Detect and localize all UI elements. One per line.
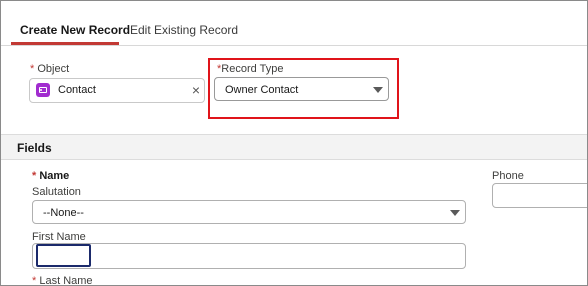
fields-section-header: Fields [1,134,587,160]
tab-create-new-record[interactable]: Create New Record [20,23,130,37]
clear-selection-icon[interactable]: × [192,82,200,98]
required-mark: * [32,170,37,182]
object-label-text: Object [37,63,70,75]
contact-icon [36,83,50,97]
required-mark: * [32,275,37,286]
active-tab-indicator [11,42,119,45]
object-lookup-field[interactable]: Contact × [29,78,205,103]
salutation-label: Salutation [32,186,81,198]
last-name-label: * Last Name [32,275,93,286]
first-name-focus-ring [36,244,91,267]
required-mark: * [30,63,35,75]
name-label-text: Name [39,170,70,182]
record-type-select[interactable]: Owner Contact [214,77,389,101]
chevron-down-icon [450,210,460,216]
phone-label: Phone [492,170,524,182]
name-label: * Name [32,170,69,182]
salutation-value: --None-- [43,207,84,219]
last-name-label-text: Last Name [39,275,93,286]
phone-input[interactable] [492,183,587,208]
record-type-label: *Record Type [217,63,283,75]
record-type-label-text: Record Type [221,63,284,75]
chevron-down-icon [373,87,383,93]
object-label: * Object [30,63,69,75]
record-type-value: Owner Contact [225,84,299,96]
first-name-label: First Name [32,231,86,243]
record-dialog: Create New Record Edit Existing Record *… [0,0,588,286]
fields-section-title: Fields [17,141,52,155]
tab-edit-existing-record[interactable]: Edit Existing Record [130,23,238,37]
object-value: Contact [58,84,96,96]
salutation-select[interactable]: --None-- [32,200,466,224]
tab-bar: Create New Record Edit Existing Record [1,1,587,46]
first-name-input[interactable] [32,243,466,269]
